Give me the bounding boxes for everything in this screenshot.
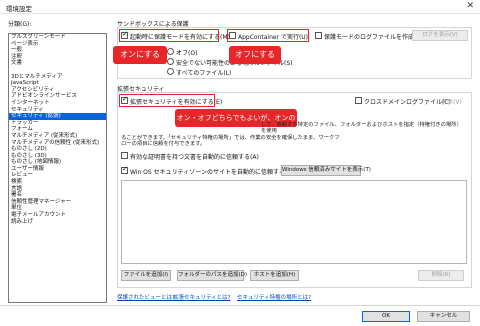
description-line: して、信頼する特定のファイル、フォルダーおよびホストを指定（特権付きの場所）を使… — [261, 122, 460, 135]
auto-trust-win-label: Win OS セキュリティゾーンのサイトを自動的に信頼する(S) — [130, 169, 294, 176]
highlight-box-enhanced — [119, 94, 215, 107]
description-line: ローの項目に信頼を付与できます。 — [121, 141, 206, 148]
category-item[interactable]: 一般 — [9, 47, 106, 54]
window-titlebar: 環境設定 ✕ — [0, 0, 480, 14]
pv-unsafe-radio[interactable] — [167, 58, 174, 65]
category-item[interactable]: レビュー — [9, 172, 106, 179]
category-list[interactable]: フルスクリーンモード ページ表示 一般 注釈 文書 3Dとマルチメディア JavaScri… — [8, 33, 107, 303]
category-item[interactable]: 署名 — [9, 192, 106, 199]
category-item[interactable]: 文書 — [9, 60, 106, 67]
category-item[interactable]: ページ表示 — [9, 41, 106, 48]
add-host-button[interactable]: ホストを追加(H) — [250, 270, 299, 281]
highlight-box-protected — [119, 29, 219, 42]
category-item[interactable]: 読み上げ — [9, 219, 106, 226]
category-item[interactable]: フルスクリーンモード — [9, 34, 106, 41]
window-title: 環境設定 — [6, 5, 32, 13]
category-item[interactable]: 検索 — [9, 179, 106, 186]
link-protected-view[interactable]: 保護されたビューとは? — [117, 293, 175, 301]
pv-all-radio[interactable] — [167, 68, 174, 75]
annotation-on: オンにする — [113, 46, 167, 64]
category-item[interactable]: 電子メールアカウント — [9, 212, 106, 219]
windows-trusted-sites-button[interactable]: Windows 信頼済みサイトを表示(T) — [281, 165, 371, 176]
remove-button[interactable]: 削除(R) — [418, 270, 464, 281]
category-item[interactable]: セキュリティ (拡張) — [9, 113, 106, 120]
category-item[interactable]: フォーム — [9, 126, 106, 133]
footer-separator — [0, 305, 480, 306]
category-item[interactable]: インターネット — [9, 100, 106, 107]
category-item[interactable]: 注釈 — [9, 54, 106, 61]
view-button[interactable]: 表示(V) — [441, 97, 462, 106]
category-item[interactable]: ものさし (地図情報) — [9, 159, 106, 166]
add-file-button[interactable]: ファイルを追加(I) — [121, 270, 171, 281]
crossdomain-checkbox[interactable] — [355, 97, 362, 104]
auto-cert-checkbox[interactable] — [121, 152, 128, 159]
privileged-locations-list[interactable] — [121, 180, 467, 264]
cancel-button[interactable]: キャンセル — [417, 311, 470, 322]
view-log-button[interactable]: ログを表示(V) — [412, 30, 468, 41]
pv-all-label: すべてのファイル(L) — [176, 70, 232, 77]
category-item[interactable]: JavaScript — [9, 80, 106, 87]
category-label: 分類(G): — [8, 21, 32, 28]
auto-trust-win-checkbox[interactable] — [121, 165, 128, 174]
pv-off-label: オフ(O) — [176, 50, 198, 57]
category-item[interactable]: 信頼性管理マネージャー — [9, 199, 106, 206]
category-item[interactable]: 言語 — [9, 186, 106, 193]
link-enhanced[interactable]: 拡張セキュリティとは? — [173, 293, 231, 301]
log-protected-checkbox[interactable] — [315, 32, 322, 39]
link-privileged[interactable]: セキュリティ特権の場所とは? — [237, 293, 311, 301]
annotation-off: オフにする — [229, 46, 281, 64]
category-item[interactable]: アドビオンラインサービス — [9, 93, 106, 100]
pv-off-radio[interactable] — [167, 48, 174, 55]
close-icon[interactable]: ✕ — [466, 1, 474, 11]
category-item[interactable]: マルチメディア (従来形式) — [9, 133, 106, 140]
ok-button[interactable]: OK — [362, 311, 410, 322]
highlight-box-appcontainer — [227, 29, 309, 42]
auto-cert-label: 有効な証明書を持つ文書を自動的に信頼する(A) — [130, 154, 259, 161]
category-item[interactable]: 3Dとマルチメディア — [9, 74, 106, 81]
crossdomain-label: クロスドメインログファイル(C) — [364, 99, 451, 106]
enhanced-description: して、信頼する特定のファイル、フォルダーおよびホストを指定（特権付きの場所）を使… — [121, 122, 461, 148]
category-item[interactable]: ものさし (2D) — [9, 146, 106, 153]
log-protected-label: 保護モードのログファイルを作成(L) — [324, 34, 423, 41]
add-folder-button[interactable]: フォルダーのパスを追加(D) — [177, 270, 247, 281]
